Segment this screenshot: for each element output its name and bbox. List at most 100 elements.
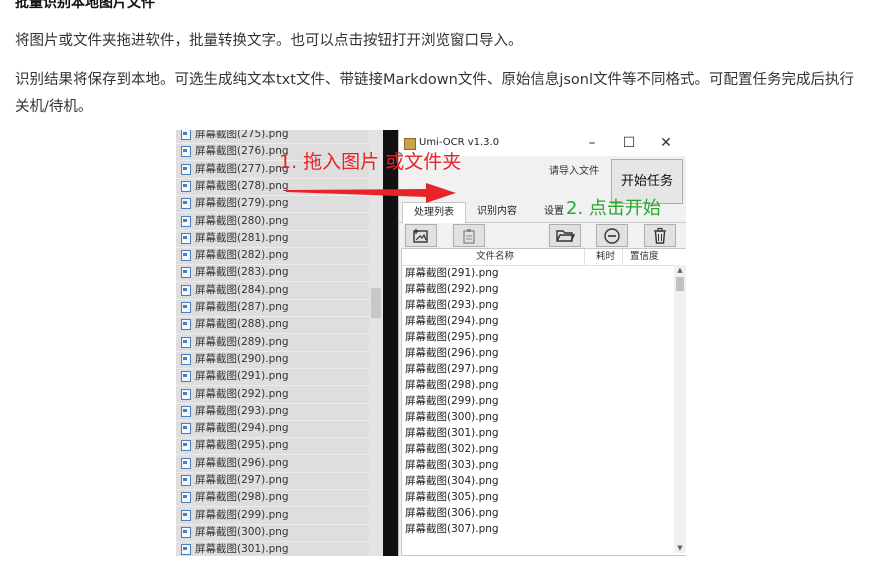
explorer-file-name: 屏幕截图(293).png [195, 404, 289, 417]
image-file-icon [181, 475, 191, 486]
table-body: 屏幕截图(291).png 屏幕截图(292).png 屏幕截图(293).png 屏… [402, 265, 672, 537]
explorer-file-item[interactable]: 屏幕截图(292).png [176, 386, 383, 404]
image-file-icon [181, 163, 191, 175]
header-filename[interactable]: 文件名称 [476, 249, 514, 265]
paste-button[interactable] [453, 224, 485, 247]
table-row[interactable]: 屏幕截图(293).png [402, 297, 672, 313]
explorer-file-name: 屏幕截图(301).png [195, 543, 289, 556]
image-file-icon [181, 284, 191, 296]
article-paragraph-1: 将图片或文件夹拖进软件，批量转换文字。也可以点击按钮打开浏览窗口导入。 [15, 33, 523, 49]
toolbar [399, 222, 686, 248]
image-file-icon [181, 509, 191, 521]
image-file-icon [181, 250, 191, 262]
image-file-icon [181, 388, 191, 400]
image-file-icon [181, 440, 191, 452]
table-row[interactable]: 屏幕截图(306).png [402, 505, 672, 521]
explorer-file-item[interactable]: 屏幕截图(287).png [176, 299, 383, 317]
explorer-file-item[interactable]: 屏幕截图(288).png [176, 316, 383, 335]
table-row[interactable]: 屏幕截图(301).png [402, 425, 672, 441]
table-row[interactable]: 屏幕截图(307).png [402, 521, 672, 537]
explorer-file-item[interactable]: 屏幕截图(289).png [176, 334, 383, 352]
image-file-icon [181, 180, 191, 192]
table-header: 文件名称 耗时 置信度 [402, 249, 686, 266]
add-image-button[interactable] [405, 224, 437, 247]
import-hint: 请导入文件 [549, 166, 599, 177]
explorer-file-name: 屏幕截图(288).png [195, 318, 289, 331]
explorer-file-name: 屏幕截图(282).png [195, 249, 289, 262]
explorer-file-item[interactable]: 屏幕截图(281).png [176, 230, 383, 248]
image-file-icon [181, 405, 191, 417]
explorer-file-item[interactable]: 屏幕截图(282).png [176, 247, 383, 266]
image-file-icon [181, 130, 191, 140]
explorer-file-item[interactable]: 屏幕截图(298).png [176, 489, 383, 508]
image-file-icon [181, 232, 191, 244]
explorer-file-item[interactable]: 屏幕截图(283).png [176, 264, 383, 283]
scroll-up-icon[interactable]: ▲ [674, 265, 686, 275]
scroll-down-icon[interactable]: ▼ [674, 543, 686, 553]
image-file-icon [181, 457, 191, 469]
explorer-file-name: 屏幕截图(279).png [195, 197, 289, 210]
table-row[interactable]: 屏幕截图(304).png [402, 473, 672, 489]
explorer-file-name: 屏幕截图(284).png [195, 283, 289, 296]
explorer-file-name: 屏幕截图(295).png [195, 439, 289, 452]
table-row[interactable]: 屏幕截图(298).png [402, 377, 672, 393]
explorer-file-name: 屏幕截图(283).png [195, 266, 289, 279]
image-file-icon [181, 267, 191, 279]
column-separator [622, 249, 623, 265]
explorer-file-item[interactable]: 屏幕截图(284).png [176, 282, 383, 300]
table-row[interactable]: 屏幕截图(299).png [402, 393, 672, 409]
explorer-file-item[interactable]: 屏幕截图(291).png [176, 368, 383, 387]
open-folder-button[interactable] [549, 224, 581, 247]
table-row[interactable]: 屏幕截图(303).png [402, 457, 672, 473]
close-button[interactable]: ✕ [651, 132, 681, 154]
red-arrow-icon [286, 183, 456, 203]
minimize-button[interactable]: – [577, 132, 607, 154]
table-row[interactable]: 屏幕截图(302).png [402, 441, 672, 457]
table-row[interactable]: 屏幕截图(305).png [402, 489, 672, 505]
explorer-file-item[interactable]: 屏幕截图(280).png [176, 213, 383, 231]
header-confidence[interactable]: 置信度 [630, 249, 659, 265]
add-image-icon [413, 228, 428, 243]
explorer-file-name: 屏幕截图(296).png [195, 456, 289, 469]
explorer-file-name: 屏幕截图(298).png [195, 491, 289, 504]
image-file-icon [181, 146, 191, 158]
explorer-file-name: 屏幕截图(291).png [195, 370, 289, 383]
table-row[interactable]: 屏幕截图(295).png [402, 329, 672, 345]
explorer-file-item[interactable]: 屏幕截图(299).png [176, 507, 383, 525]
table-row[interactable]: 屏幕截图(300).png [402, 409, 672, 425]
table-scrollbar-thumb[interactable] [676, 277, 684, 291]
explorer-file-item[interactable]: 屏幕截图(275).png [176, 130, 383, 144]
table-row[interactable]: 屏幕截图(292).png [402, 281, 672, 297]
tab-recognition-content[interactable]: 识别内容 [469, 202, 525, 222]
explorer-file-name: 屏幕截图(292).png [195, 387, 289, 400]
explorer-file-name: 屏幕截图(287).png [195, 301, 289, 313]
explorer-file-item[interactable]: 屏幕截图(297).png [176, 472, 383, 490]
table-scrollbar[interactable]: ▲ ▼ [674, 265, 686, 553]
explorer-file-item[interactable]: 屏幕截图(293).png [176, 403, 383, 421]
explorer-file-name: 屏幕截图(277).png [195, 162, 289, 175]
explorer-file-item[interactable]: 屏幕截图(295).png [176, 437, 383, 456]
clear-button[interactable] [644, 224, 676, 247]
table-row[interactable]: 屏幕截图(291).png [402, 265, 672, 281]
image-file-icon [181, 371, 191, 383]
explorer-file-name: 屏幕截图(278).png [195, 179, 289, 192]
demo-screenshot: 屏幕截图(275).png 屏幕截图(276).png 屏幕截图(277).png 屏… [176, 130, 686, 556]
maximize-button[interactable]: ☐ [614, 132, 644, 154]
remove-button[interactable] [596, 224, 628, 247]
explorer-scrollbar-thumb[interactable] [371, 288, 381, 318]
open-folder-icon [556, 229, 575, 242]
explorer-file-name: 屏幕截图(276).png [195, 145, 289, 158]
explorer-file-item[interactable]: 屏幕截图(301).png [176, 541, 383, 556]
explorer-file-item[interactable]: 屏幕截图(296).png [176, 455, 383, 473]
explorer-file-item[interactable]: 屏幕截图(290).png [176, 351, 383, 369]
image-file-icon [181, 302, 191, 313]
table-row[interactable]: 屏幕截图(296).png [402, 345, 672, 361]
table-row[interactable]: 屏幕截图(294).png [402, 313, 672, 329]
image-file-icon [181, 492, 191, 504]
image-file-icon [181, 215, 191, 227]
explorer-file-item[interactable]: 屏幕截图(294).png [176, 420, 383, 439]
explorer-file-item[interactable]: 屏幕截图(300).png [176, 524, 383, 542]
explorer-file-name: 屏幕截图(299).png [195, 508, 289, 521]
header-time[interactable]: 耗时 [596, 249, 615, 265]
table-row[interactable]: 屏幕截图(297).png [402, 361, 672, 377]
